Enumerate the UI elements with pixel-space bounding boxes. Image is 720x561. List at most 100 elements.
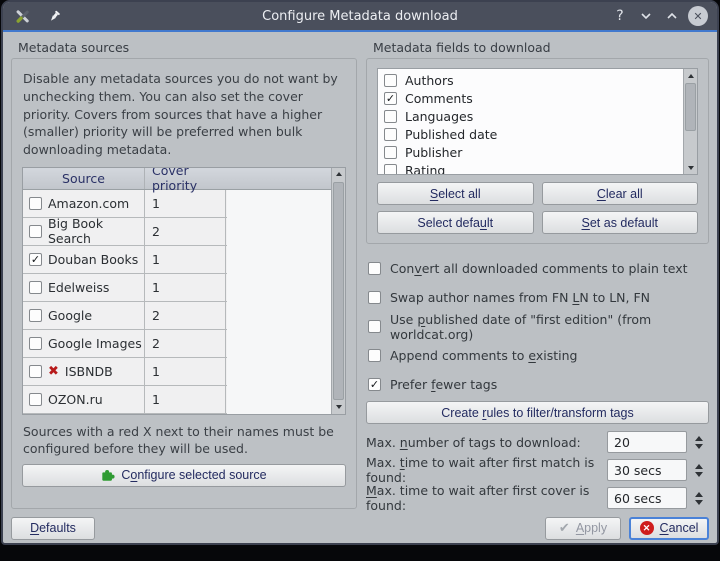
scrollbar-track[interactable] bbox=[684, 82, 697, 161]
cover-priority-cell[interactable]: 1 bbox=[145, 246, 226, 273]
cover-priority-cell[interactable]: 1 bbox=[145, 190, 226, 217]
fields-scrollbar[interactable] bbox=[683, 69, 697, 174]
table-row[interactable]: ✖ Edelweiss 1 bbox=[23, 274, 227, 302]
source-checkbox[interactable] bbox=[29, 281, 42, 294]
dialog-footer: Defaults ✔ Apply ✕ Cancel bbox=[11, 515, 709, 541]
source-checkbox[interactable]: ✓ bbox=[29, 253, 42, 266]
titlebar: Configure Metadata download ? ✕ bbox=[3, 2, 717, 32]
close-button[interactable]: ✕ bbox=[687, 5, 709, 27]
spin-down-icon[interactable] bbox=[695, 500, 703, 505]
pin-icon[interactable] bbox=[43, 5, 65, 27]
table-row[interactable]: ✖ OZON.ru 1 bbox=[23, 386, 227, 414]
plugin-puzzle-icon bbox=[101, 468, 115, 482]
source-name: Douban Books bbox=[48, 252, 138, 267]
scrollbar-thumb[interactable] bbox=[685, 83, 696, 131]
option-row[interactable]: Swap author names from FN LN to LN, FN bbox=[368, 283, 707, 312]
fields-group-title: Metadata fields to download bbox=[366, 37, 709, 58]
source-checkbox[interactable] bbox=[29, 225, 42, 238]
table-row[interactable]: ✖ Google Images 2 bbox=[23, 330, 227, 358]
spinbox-value[interactable]: 20 bbox=[607, 431, 687, 453]
shade-button[interactable] bbox=[635, 5, 657, 27]
option-row[interactable]: Use published date of "first edition" (f… bbox=[368, 312, 707, 341]
sources-table-header: Source Cover priority bbox=[23, 168, 331, 190]
field-list-item[interactable]: ✓ Comments bbox=[378, 89, 683, 107]
keep-above-button[interactable] bbox=[661, 5, 683, 27]
cover-priority-cell[interactable]: 2 bbox=[145, 218, 226, 245]
table-row[interactable]: ✖ Amazon.com 1 bbox=[23, 190, 227, 218]
column-header-cover-priority[interactable]: Cover priority bbox=[145, 168, 226, 189]
field-checkbox[interactable] bbox=[384, 146, 397, 159]
apply-button[interactable]: ✔ Apply bbox=[545, 517, 621, 540]
cover-priority-cell[interactable]: 1 bbox=[145, 358, 226, 385]
select-default-button[interactable]: Select default bbox=[377, 211, 534, 234]
scrollbar-track[interactable] bbox=[332, 181, 345, 401]
source-checkbox[interactable] bbox=[29, 309, 42, 322]
scroll-up-icon[interactable] bbox=[332, 168, 345, 181]
scroll-down-icon[interactable] bbox=[684, 161, 697, 174]
sources-description: Disable any metadata sources you do not … bbox=[23, 70, 345, 159]
field-list-item[interactable]: Publisher bbox=[378, 143, 683, 161]
option-checkbox[interactable]: ✓ bbox=[368, 378, 381, 391]
field-list-item[interactable]: Published date bbox=[378, 125, 683, 143]
scrollbar-thumb[interactable] bbox=[333, 182, 344, 400]
source-name: Amazon.com bbox=[48, 196, 129, 211]
needs-config-x-icon: ✖ bbox=[48, 365, 59, 378]
select-all-button[interactable]: Select all bbox=[377, 182, 534, 205]
configure-source-button[interactable]: Configure selected source bbox=[22, 464, 346, 487]
field-label: Authors bbox=[405, 73, 454, 88]
field-checkbox[interactable] bbox=[384, 74, 397, 87]
clear-all-button[interactable]: Clear all bbox=[542, 182, 699, 205]
spinner-label: Max. time to wait after first cover is f… bbox=[366, 483, 607, 513]
table-scrollbar[interactable] bbox=[331, 168, 345, 414]
option-checkbox[interactable] bbox=[368, 291, 381, 304]
spinbox-value[interactable]: 60 secs bbox=[607, 487, 687, 509]
field-list-item[interactable]: Rating bbox=[378, 161, 683, 175]
column-header-source[interactable]: Source bbox=[23, 168, 145, 189]
scroll-up-icon[interactable] bbox=[684, 69, 697, 82]
source-name: Big Book Search bbox=[48, 216, 144, 246]
source-checkbox[interactable] bbox=[29, 337, 42, 350]
option-checkbox[interactable] bbox=[368, 349, 381, 362]
source-checkbox[interactable] bbox=[29, 393, 42, 406]
sources-groupbox: Disable any metadata sources you do not … bbox=[11, 58, 357, 509]
spin-down-icon[interactable] bbox=[695, 472, 703, 477]
spin-up-icon[interactable] bbox=[695, 436, 703, 441]
source-checkbox[interactable] bbox=[29, 197, 42, 210]
spin-up-icon[interactable] bbox=[695, 492, 703, 497]
field-list-item[interactable]: Authors bbox=[378, 71, 683, 89]
spin-down-icon[interactable] bbox=[695, 444, 703, 449]
create-tag-rules-button[interactable]: Create rules to filter/transform tags bbox=[366, 401, 709, 424]
spin-up-icon[interactable] bbox=[695, 464, 703, 469]
table-row[interactable]: ✓ ✖ Douban Books 1 bbox=[23, 246, 227, 274]
table-row[interactable]: ✖ ISBNDB 1 bbox=[23, 358, 227, 386]
fields-list[interactable]: Authors ✓ Comments Languages bbox=[377, 68, 698, 175]
option-label: Prefer fewer tags bbox=[390, 377, 497, 392]
option-row[interactable]: Append comments to existing bbox=[368, 341, 707, 370]
help-button[interactable]: ? bbox=[609, 5, 631, 27]
field-checkbox[interactable]: ✓ bbox=[384, 92, 397, 105]
source-name: Google Images bbox=[48, 336, 142, 351]
table-row[interactable]: ✖ Big Book Search 2 bbox=[23, 218, 227, 246]
cancel-button[interactable]: ✕ Cancel bbox=[629, 517, 709, 540]
option-checkbox[interactable] bbox=[368, 262, 381, 275]
field-label: Publisher bbox=[405, 145, 462, 160]
field-checkbox[interactable] bbox=[384, 164, 397, 176]
cover-priority-cell[interactable]: 1 bbox=[145, 386, 226, 413]
field-checkbox[interactable] bbox=[384, 110, 397, 123]
option-checkbox[interactable] bbox=[368, 320, 381, 333]
option-row[interactable]: Convert all downloaded comments to plain… bbox=[368, 254, 707, 283]
cover-priority-cell[interactable]: 1 bbox=[145, 274, 226, 301]
field-checkbox[interactable] bbox=[384, 128, 397, 141]
cover-priority-cell[interactable]: 2 bbox=[145, 330, 226, 357]
spinbox-value[interactable]: 30 secs bbox=[607, 459, 687, 481]
option-label: Use published date of "first edition" (f… bbox=[390, 312, 707, 342]
source-checkbox[interactable] bbox=[29, 365, 42, 378]
scroll-down-icon[interactable] bbox=[332, 401, 345, 414]
option-row[interactable]: ✓ Prefer fewer tags bbox=[368, 370, 707, 399]
table-row[interactable]: ✖ Google 2 bbox=[23, 302, 227, 330]
field-list-item[interactable]: Languages bbox=[378, 107, 683, 125]
defaults-button[interactable]: Defaults bbox=[11, 517, 95, 540]
sources-table[interactable]: Source Cover priority ✖ Amazon.com bbox=[22, 167, 346, 415]
cover-priority-cell[interactable]: 2 bbox=[145, 302, 226, 329]
set-as-default-button[interactable]: Set as default bbox=[542, 211, 699, 234]
